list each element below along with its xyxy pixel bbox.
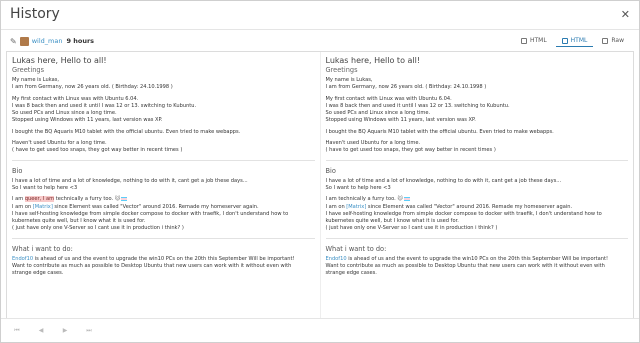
revision-navigation: ⏮ ◀ ▶ ⏭ (1, 318, 639, 342)
section-heading: What i want to do: (325, 244, 387, 253)
paragraph: My name is Lukas, I am from Germany, now … (12, 77, 173, 91)
previous-revision-icon[interactable]: ◀ (34, 326, 48, 336)
post-title: Lukas here, Hello to all! (325, 56, 421, 65)
trans-flag-icon (403, 196, 410, 201)
view-tabs: HTML HTML Raw (515, 35, 630, 47)
time-ago: 9 hours (66, 37, 95, 45)
revision-meta: ✎ wild_man 9 hours HTML HTML Raw (10, 34, 630, 48)
paragraph: I am on [Matrix] since Element was calle… (325, 203, 573, 210)
paragraph: My first contact with Linux was with Ubu… (325, 95, 510, 124)
paragraph: I have self-hosting knowledge from simpl… (325, 210, 602, 232)
document-icon (520, 37, 527, 44)
cat-icon: 🐱 (397, 196, 403, 203)
paragraph: I have self-hosting knowledge from simpl… (12, 210, 289, 232)
divider (325, 159, 628, 161)
endof10-link[interactable]: Endof10 (12, 256, 33, 262)
username-link[interactable]: wild_man (32, 37, 63, 45)
diff-container: Lukas here, Hello to all! Greetings My n… (6, 51, 634, 319)
cat-icon: 🐱 (114, 196, 121, 203)
tab-label: Raw (611, 37, 624, 44)
trans-flag-icon (121, 196, 128, 201)
paragraph: Endof10 is ahead of us and the event to … (12, 255, 295, 277)
columns-icon (561, 37, 568, 44)
next-revision-icon[interactable]: ▶ (58, 326, 72, 336)
matrix-link[interactable]: [Matrix] (33, 204, 53, 210)
tab-label: HTML (529, 37, 547, 44)
paragraph: My name is Lukas, I am from Germany, now … (325, 77, 487, 91)
tab-html-diff[interactable]: HTML (555, 35, 594, 47)
close-icon[interactable]: ✕ (621, 8, 630, 21)
paragraph: Haven't used Ubuntu for a long time.( ha… (325, 140, 496, 154)
paragraph: I am queer, I am technically a furry too… (12, 196, 315, 203)
modal-title: History (10, 6, 60, 22)
avatar[interactable] (19, 36, 29, 46)
last-revision-icon[interactable]: ⏭ (82, 326, 96, 336)
pencil-icon: ✎ (10, 36, 17, 46)
matrix-link[interactable]: [Matrix] (346, 204, 366, 210)
section-heading: Bio (325, 166, 336, 175)
divider (12, 159, 315, 161)
tab-label: HTML (570, 37, 588, 44)
endof10-link[interactable]: Endof10 (326, 256, 347, 262)
paragraph: My first contact with Linux was with Ubu… (12, 95, 197, 124)
post-title: Lukas here, Hello to all! (12, 56, 107, 65)
deleted-text: queer, I am (24, 196, 55, 203)
section-heading: Bio (12, 166, 23, 175)
divider (12, 237, 315, 239)
tab-html-side[interactable]: HTML (515, 35, 553, 47)
paragraph: I bought the BQ Aquaris M10 tablet with … (12, 128, 241, 135)
paragraph: I have a lot of time and a lot of knowle… (12, 177, 248, 191)
history-modal: History ✕ ✎ wild_man 9 hours HTML HTML R… (0, 0, 640, 343)
section-heading: What i want to do: (12, 244, 73, 253)
first-revision-icon[interactable]: ⏮ (10, 326, 24, 336)
paragraph: I bought the BQ Aquaris M10 tablet with … (325, 128, 554, 135)
paragraph: I have a lot of time and a lot of knowle… (325, 177, 562, 191)
paragraph: Endof10 is ahead of us and the event to … (325, 255, 609, 277)
paragraph: I am technically a furry too. 🐱 (326, 196, 629, 203)
diff-column-current: Lukas here, Hello to all! Greetings My n… (319, 52, 634, 318)
raw-icon (602, 37, 609, 44)
section-heading: Greetings (325, 66, 358, 74)
modal-header: History ✕ (1, 1, 639, 30)
diff-column-previous: Lukas here, Hello to all! Greetings My n… (7, 52, 320, 318)
paragraph: I am on [Matrix] since Element was calle… (12, 203, 259, 210)
paragraph: Haven't used Ubuntu for a long time.( ha… (12, 140, 183, 154)
divider (325, 237, 628, 239)
tab-raw[interactable]: Raw (596, 35, 630, 47)
section-heading: Greetings (12, 66, 45, 74)
